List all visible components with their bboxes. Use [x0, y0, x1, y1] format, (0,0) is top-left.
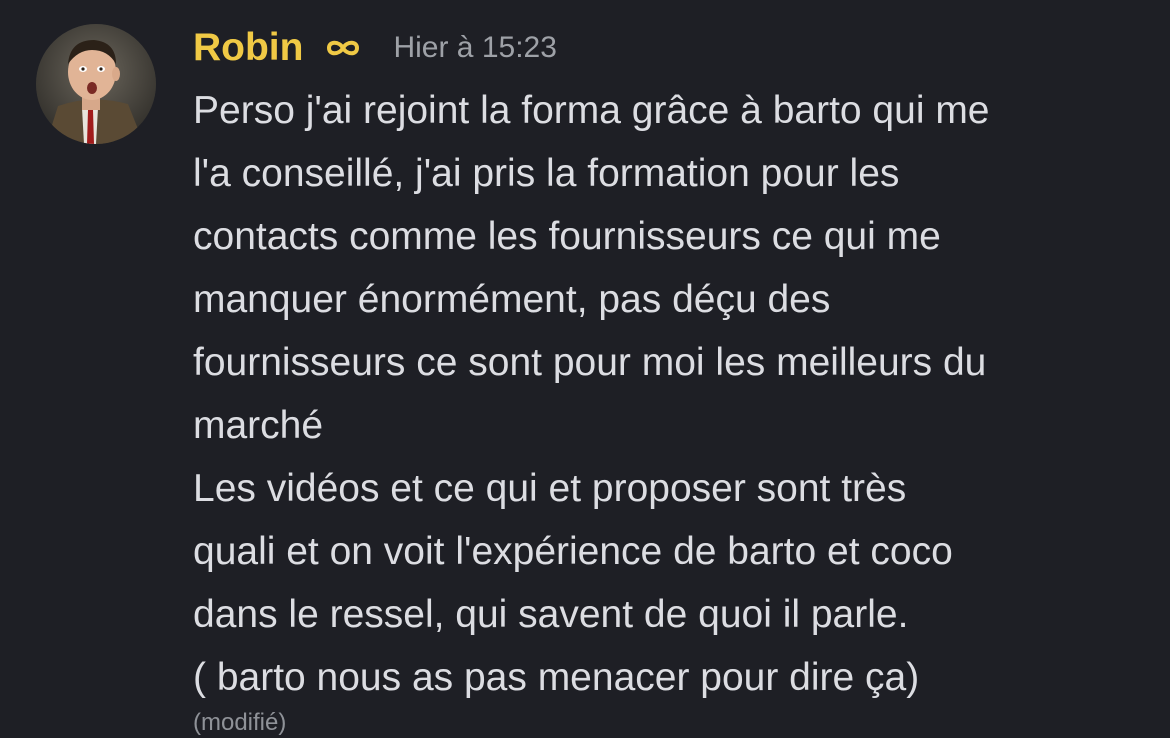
edited-label: (modifié) [193, 709, 287, 736]
message-line: dans le ressel, qui savent de quoi il pa… [193, 593, 909, 636]
avatar-image [36, 24, 156, 144]
username[interactable]: Robin [193, 26, 303, 70]
message-line: contacts comme les fournisseurs ce qui m… [193, 215, 941, 258]
message-line: Perso j'ai rejoint la forma grâce à bart… [193, 89, 990, 132]
message-line: ( barto nous as pas menacer pour dire ça… [193, 656, 920, 699]
message-line: quali et on voit l'expérience de barto e… [193, 530, 953, 573]
message-line: fournisseurs ce sont pour moi les meille… [193, 341, 987, 384]
infinity-icon[interactable] [323, 37, 363, 59]
chat-message: Robin Hier à 15:23 Perso j'ai rejoint la… [0, 0, 1170, 736]
avatar[interactable] [36, 24, 156, 144]
message-timestamp: Hier à 15:23 [393, 31, 557, 64]
message-line: Les vidéos et ce qui et proposer sont tr… [193, 467, 907, 510]
message-line: marché [193, 404, 324, 447]
message-line: l'a conseillé, j'ai pris la formation po… [193, 152, 900, 195]
message-line: manquer énormément, pas déçu des [193, 278, 831, 321]
message-content: Perso j'ai rejoint la forma grâce à bart… [193, 79, 1153, 709]
message-header: Robin Hier à 15:23 [193, 24, 557, 72]
